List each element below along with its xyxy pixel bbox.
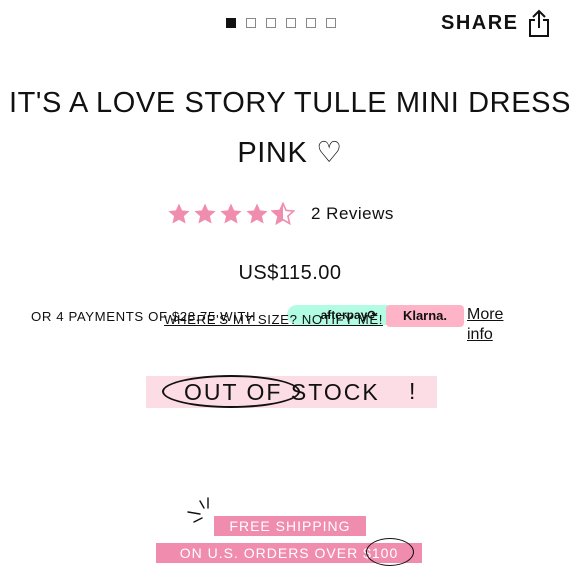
free-shipping-threshold: ON U.S. ORDERS OVER $100: [156, 538, 422, 566]
out-of-stock-banner: OUT OF STOCK !: [146, 375, 437, 408]
gallery-dot[interactable]: [266, 18, 276, 28]
star-icon: [246, 203, 268, 224]
share-button[interactable]: SHARE: [441, 8, 551, 38]
star-rating: [167, 202, 295, 226]
notify-size-link[interactable]: WHERE'S MY SIZE? NOTIFY ME!: [164, 310, 383, 330]
gallery-dots: [226, 18, 336, 28]
half-star-icon: [271, 202, 295, 226]
gallery-dot[interactable]: [286, 18, 296, 28]
star-icon: [194, 203, 216, 224]
rating: 2 Reviews: [167, 202, 394, 226]
star-icon: [168, 203, 190, 224]
gallery-dot[interactable]: [306, 18, 316, 28]
reviews-link[interactable]: 2 Reviews: [311, 204, 394, 224]
share-label: SHARE: [441, 11, 519, 34]
gallery-dot[interactable]: [326, 18, 336, 28]
out-of-stock-label: OUT OF STOCK: [184, 379, 380, 405]
more-info-link[interactable]: More info: [467, 305, 503, 345]
exclamation-mark: !: [409, 378, 416, 404]
gallery-dot[interactable]: [246, 18, 256, 28]
doodle-circle: [366, 538, 414, 566]
free-shipping-label: FREE SHIPPING: [229, 518, 351, 534]
share-icon: [528, 9, 549, 37]
star-icon: [220, 203, 242, 224]
free-shipping-banner: FREE SHIPPING: [214, 516, 366, 536]
price: US$115.00: [238, 262, 342, 284]
gallery-dot[interactable]: [226, 18, 236, 28]
klarna-badge: Klarna.: [386, 305, 464, 327]
product-title: IT'S A LOVE STORY TULLE MINI DRESS PINK …: [8, 87, 572, 169]
